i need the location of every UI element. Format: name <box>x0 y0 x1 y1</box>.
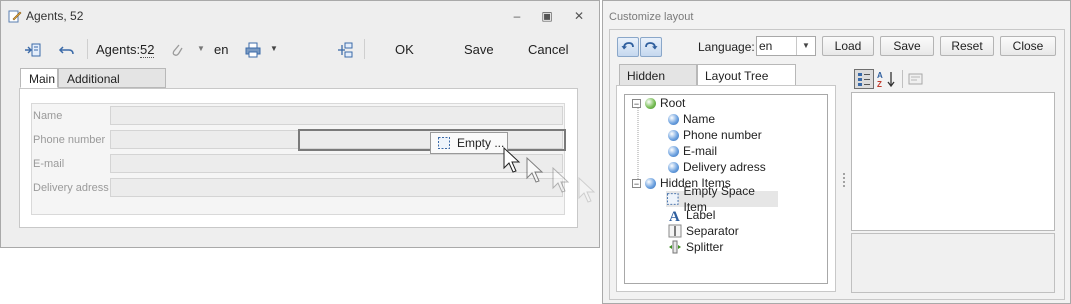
layout-item-icon <box>668 113 679 125</box>
tree-node-label: Delivery adress <box>683 160 766 174</box>
tree-node-label: Separator <box>686 224 739 238</box>
print-dropdown-arrow-icon[interactable]: ▼ <box>270 44 278 53</box>
close-window-button[interactable]: ✕ <box>570 8 588 24</box>
undo-arrow-icon <box>621 42 634 50</box>
tree-node-empty-space-item[interactable]: Empty Space Item <box>666 184 778 214</box>
reset-button[interactable]: Reset <box>940 36 994 56</box>
hidden-items-group-icon <box>645 177 656 189</box>
attachment-icon[interactable] <box>168 41 186 59</box>
edit-document-icon <box>8 10 22 23</box>
save-button[interactable]: Save <box>464 42 494 57</box>
cancel-button[interactable]: Cancel <box>528 42 568 57</box>
toolbar-separator <box>87 39 88 59</box>
dropdown-arrow-icon[interactable]: ▼ <box>796 37 815 55</box>
tree-node-splitter[interactable]: Splitter <box>668 239 723 255</box>
undo-layout-button[interactable] <box>617 37 639 57</box>
sort-az-icon: A Z <box>877 71 895 89</box>
redo-layout-button[interactable] <box>640 37 662 57</box>
email-field[interactable] <box>110 154 563 173</box>
tree-node-name[interactable]: Name <box>668 111 715 127</box>
tree-node-label-item[interactable]: A Label <box>668 207 715 223</box>
undo-icon[interactable] <box>58 41 76 59</box>
tree-node-label: Root <box>660 96 686 110</box>
language-value: en <box>759 39 773 53</box>
dragged-item-label: Empty ... <box>457 136 505 150</box>
name-label: Name <box>33 110 63 122</box>
save-layout-button[interactable]: Save <box>880 36 934 56</box>
tree-node-label: Label <box>686 208 716 222</box>
toolbar-divider <box>902 70 903 88</box>
label-icon: A <box>669 209 680 222</box>
delivery-adress-field[interactable] <box>110 178 563 197</box>
language-selector[interactable]: en <box>214 42 228 57</box>
tab-layout-tree-view[interactable]: Layout Tree View <box>697 64 796 105</box>
tree-node-delivery-adress[interactable]: Delivery adress <box>668 159 766 175</box>
toolbar-separator-2 <box>364 39 365 59</box>
root-group-icon <box>645 97 656 109</box>
phone-number-label: Phone number <box>33 134 106 146</box>
tree-node-phone-number[interactable]: Phone number <box>668 127 762 143</box>
email-label: E-mail <box>33 158 65 170</box>
language-label: Language: <box>698 40 755 54</box>
layout-item-icon <box>668 145 679 157</box>
panel-splitter-grip-icon[interactable] <box>842 172 846 188</box>
tree-node-label: Splitter <box>686 240 724 254</box>
agents-title-bar: Agents, 52 <box>8 9 83 23</box>
categorized-icon <box>858 73 870 86</box>
separator-icon <box>668 224 682 238</box>
redo-arrow-icon <box>645 42 658 50</box>
attachment-dropdown-arrow-icon[interactable]: ▼ <box>197 44 205 53</box>
categorized-view-button[interactable] <box>854 69 874 89</box>
tree-node-email[interactable]: E-mail <box>668 143 717 159</box>
svg-text:Z: Z <box>877 80 882 89</box>
save-and-new-icon[interactable] <box>24 41 42 59</box>
property-grid-toolbar: A Z <box>852 68 1052 90</box>
collapse-icon[interactable]: − <box>632 98 641 108</box>
tab-additional-adresses[interactable]: Additional adresses <box>58 68 166 106</box>
ok-button[interactable]: OK <box>395 42 414 57</box>
empty-space-icon <box>666 193 679 205</box>
tab-hidden-items[interactable]: Hidden Items <box>619 64 697 105</box>
svg-text:A: A <box>877 71 883 80</box>
tree-node-separator[interactable]: Separator <box>668 223 739 239</box>
splitter-icon <box>669 240 681 254</box>
agents-label: Agents: <box>96 42 141 57</box>
empty-space-icon <box>438 137 450 149</box>
customize-layout-icon[interactable] <box>336 41 354 59</box>
tree-node-root[interactable]: − Root <box>632 95 685 111</box>
customize-layout-title: Customize layout <box>609 11 694 23</box>
tree-node-label: Phone number <box>683 128 762 142</box>
print-icon[interactable] <box>244 41 262 59</box>
tree-node-label: Name <box>683 112 716 126</box>
agents-window-title: Agents, 52 <box>26 9 84 23</box>
property-pages-icon <box>908 73 923 85</box>
collapse-icon[interactable]: − <box>632 178 641 188</box>
dragged-empty-space-item[interactable]: Empty ... <box>430 132 508 154</box>
delivery-adress-label: Delivery adress <box>33 182 109 194</box>
property-pages-button[interactable] <box>907 70 925 88</box>
close-button[interactable]: Close <box>1000 36 1056 56</box>
name-field[interactable] <box>110 106 563 125</box>
agents-count-link[interactable]: 52 <box>140 42 155 58</box>
svg-text:A: A <box>669 209 680 222</box>
layout-item-icon <box>668 161 679 173</box>
property-description-panel <box>851 233 1055 293</box>
language-combobox[interactable]: en ▼ <box>756 36 816 56</box>
alphabetical-sort-button[interactable]: A Z <box>876 69 898 89</box>
layout-item-icon <box>668 129 679 141</box>
tree-node-label: E-mail <box>683 144 718 158</box>
tab-main[interactable]: Main <box>20 68 58 88</box>
minimize-button[interactable]: – <box>508 8 526 24</box>
maximize-button[interactable]: ▣ <box>538 8 556 24</box>
property-grid[interactable] <box>851 92 1055 231</box>
load-button[interactable]: Load <box>822 36 874 56</box>
